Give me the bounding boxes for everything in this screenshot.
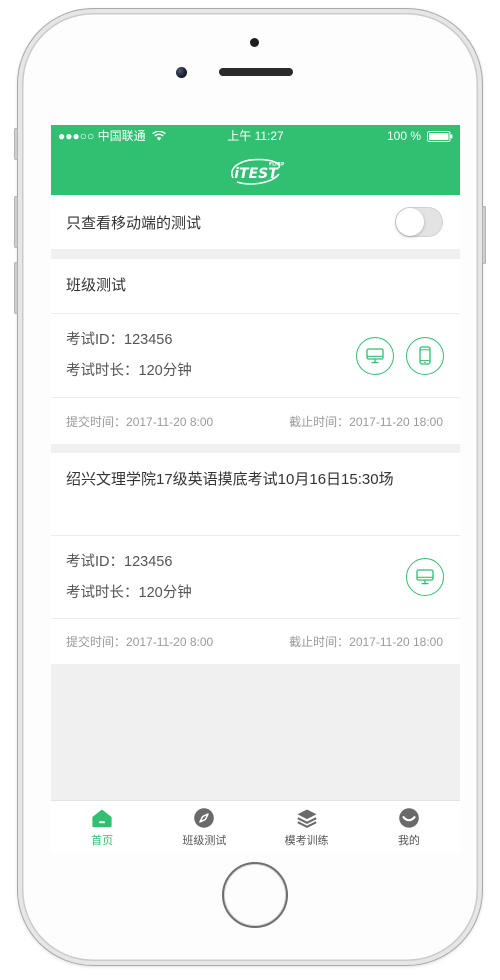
submit-time-label: 提交时间：: [66, 635, 127, 649]
platform-badges: [406, 558, 444, 596]
toggle-knob: [396, 208, 424, 236]
deadline-value: 2017-11-20 18:00: [349, 414, 443, 429]
volume-down-button: [14, 262, 18, 314]
submit-time-value: 2017-11-20 8:00: [126, 414, 214, 429]
filter-label: 只查看移动端的测试: [66, 214, 202, 232]
power-button: [482, 206, 486, 264]
proximity-sensor: [250, 38, 259, 47]
exam-card[interactable]: 班级测试 考试ID：123456 考试时长：120分钟 提交时间：2017-11…: [51, 259, 460, 444]
exam-info: 考试ID：123456 考试时长：120分钟: [51, 535, 460, 618]
battery-percent: 100 %: [386, 129, 421, 143]
exam-footer: 提交时间：2017-11-20 8:00 截止时间：2017-11-20 18:…: [51, 397, 460, 444]
volume-up-button: [14, 196, 18, 248]
itest-logo: iTEST FLTRP: [230, 158, 285, 185]
mobile-icon: [406, 336, 444, 375]
mobile-filter-row: 只查看移动端的测试: [51, 195, 460, 249]
status-right: 100 %: [387, 125, 453, 147]
submit-time: 提交时间：2017-11-20 8:00: [66, 413, 213, 430]
home-icon: [91, 807, 113, 829]
exam-duration-line: 考试时长：120分钟: [66, 361, 192, 381]
exam-duration-label: 考试时长：: [66, 584, 139, 601]
exam-id-value: 123456: [124, 553, 173, 570]
exam-id-line: 考试ID：123456: [66, 552, 192, 572]
deadline-value: 2017-11-20 18:00: [349, 635, 443, 649]
exam-id-label: 考试ID：: [66, 332, 124, 348]
battery-icon: [427, 130, 453, 142]
exam-id-line: 考试ID：123456: [66, 330, 192, 350]
exam-id-label: 考试ID：: [66, 553, 124, 570]
app-screen: ●●●○○ 中国联通 上午 11:27 100 % iTEST FLTRP 只查…: [51, 125, 460, 852]
mute-switch: [14, 128, 18, 160]
exam-title: 绍兴文理学院17级英语摸底考试10月16日15:30场: [66, 471, 394, 488]
front-camera: [176, 67, 187, 78]
exam-footer: 提交时间：2017-11-20 8:00 截止时间：2017-11-20 18:…: [51, 618, 460, 664]
deadline-label: 截止时间：: [289, 414, 350, 429]
deadline-time: 截止时间：2017-11-20 18:00: [289, 413, 443, 430]
exam-duration-value: 120分钟: [138, 363, 192, 379]
nav-bar: iTEST FLTRP: [51, 147, 460, 195]
wifi-icon: [151, 131, 166, 141]
exam-card[interactable]: 绍兴文理学院17级英语摸底考试10月16日15:30场 考试ID：123456 …: [51, 453, 460, 664]
tab-home[interactable]: 首页: [51, 801, 153, 852]
earpiece-speaker: [219, 68, 293, 76]
deadline-time: 截止时间：2017-11-20 18:00: [289, 633, 443, 650]
exam-duration-line: 考试时长：120分钟: [66, 583, 192, 603]
status-left: ●●●○○ 中国联通: [58, 125, 166, 147]
platform-badges: [356, 336, 444, 375]
exam-details: 考试ID：123456 考试时长：120分钟: [66, 552, 192, 603]
exam-title: 班级测试: [66, 277, 127, 294]
tab-label: 我的: [397, 835, 420, 847]
exam-duration-label: 考试时长：: [66, 363, 139, 379]
compass-icon: [193, 807, 215, 829]
tab-label: 首页: [91, 835, 114, 847]
tab-profile[interactable]: 我的: [358, 801, 460, 852]
exam-id-value: 123456: [124, 332, 173, 348]
desktop-icon: [356, 336, 394, 375]
exam-details: 考试ID：123456 考试时长：120分钟: [66, 330, 192, 381]
tab-bar: 首页 班级测试 模考训练 我的: [51, 800, 460, 852]
submit-time: 提交时间：2017-11-20 8:00: [66, 633, 213, 650]
tab-label: 班级测试: [182, 835, 227, 847]
logo-text: iTEST: [234, 166, 279, 182]
submit-time-value: 2017-11-20 8:00: [126, 635, 214, 649]
tab-mock-training[interactable]: 模考训练: [256, 801, 358, 852]
status-bar: ●●●○○ 中国联通 上午 11:27 100 %: [51, 125, 460, 147]
exam-info: 考试ID：123456 考试时长：120分钟: [51, 313, 460, 397]
logo-subtext: FLTRP: [269, 162, 285, 168]
tab-class-tests[interactable]: 班级测试: [153, 801, 255, 852]
deadline-label: 截止时间：: [289, 635, 350, 649]
carrier-signal: ●●●○○ 中国联通: [58, 129, 146, 143]
mobile-only-toggle[interactable]: [395, 207, 443, 237]
layers-icon: [296, 807, 318, 829]
profile-icon: [398, 807, 420, 829]
home-button[interactable]: [222, 862, 288, 928]
app-header: ●●●○○ 中国联通 上午 11:27 100 % iTEST FLTRP: [51, 125, 460, 195]
tab-label: 模考训练: [284, 835, 329, 847]
exam-duration-value: 120分钟: [138, 584, 192, 601]
desktop-icon: [406, 558, 444, 596]
submit-time-label: 提交时间：: [66, 414, 127, 429]
